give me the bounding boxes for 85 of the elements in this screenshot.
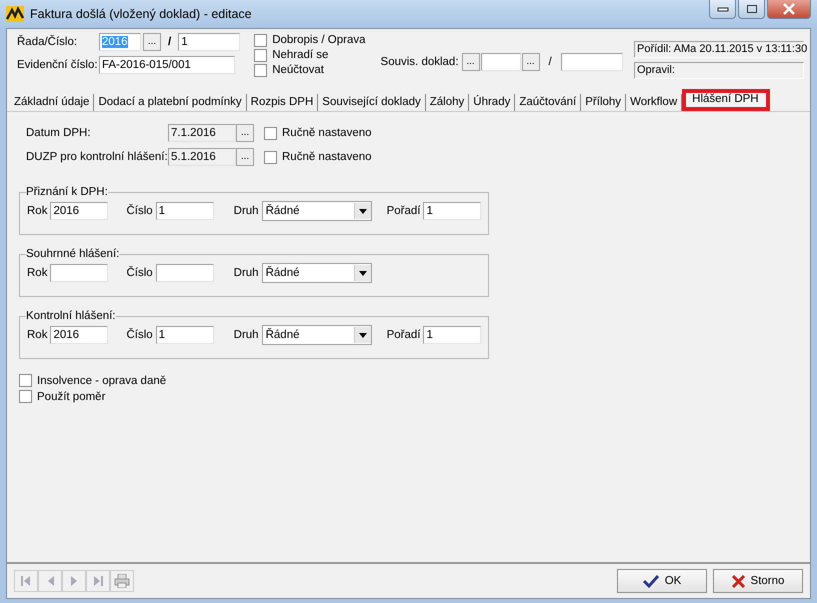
separator-text: /: [548, 56, 553, 68]
field-label: Pořadí: [386, 205, 420, 217]
next-record-button[interactable]: [62, 570, 86, 592]
print-button[interactable]: [110, 570, 134, 592]
printer-icon: [114, 574, 130, 588]
date-field[interactable]: 7.1.2016: [168, 124, 236, 142]
close-icon: [782, 3, 796, 15]
field-label: Číslo: [126, 329, 153, 341]
number-field[interactable]: 1: [178, 33, 240, 51]
related-number-field[interactable]: [560, 53, 623, 71]
related-doc-field[interactable]: [480, 53, 521, 71]
checkbox[interactable]: [254, 48, 268, 62]
checkbox[interactable]: [19, 390, 32, 403]
field-label: DUZP pro kontrolní hlášení:: [26, 151, 168, 163]
browse-button[interactable]: ...: [522, 53, 540, 71]
record-number-field[interactable]: FA-2016-015/001: [99, 56, 235, 74]
checkbox-label: Insolvence - oprava daně: [37, 374, 166, 386]
app-logo-icon: [6, 6, 24, 22]
field-label: Rok: [27, 267, 48, 279]
year-field[interactable]: 2016: [50, 326, 108, 344]
skip-forward-icon: [93, 575, 103, 587]
checkbox-label: Ručně nastaveno: [282, 151, 372, 163]
number-field[interactable]: [156, 264, 214, 282]
browse-button[interactable]: ...: [462, 53, 480, 71]
order-field[interactable]: 1: [423, 326, 482, 344]
skip-back-icon: [21, 575, 31, 587]
prev-record-button[interactable]: [38, 570, 62, 592]
minimize-icon: [716, 6, 728, 12]
checkbox-label: Nehradí se: [272, 49, 328, 61]
checkbox[interactable]: [19, 374, 32, 387]
field-label: Druh: [234, 267, 259, 279]
close-button[interactable]: [767, 0, 811, 19]
field-label: Druh: [234, 205, 259, 217]
modified-by-text: Opravil:: [634, 62, 804, 79]
checkbox-label: Použít poměr: [37, 390, 106, 402]
close-icon: [732, 574, 745, 588]
last-record-button[interactable]: [86, 570, 110, 592]
date-field[interactable]: 5.1.2016: [168, 148, 236, 166]
field-label: Řada/Číslo:: [17, 36, 78, 48]
field-label: Číslo: [126, 205, 153, 217]
type-dropdown[interactable]: Řádné: [262, 201, 372, 221]
first-record-button[interactable]: [14, 570, 38, 592]
number-field[interactable]: 1: [156, 326, 214, 344]
separator-text: /: [167, 36, 172, 48]
field-label: Souvis. doklad:: [380, 56, 459, 68]
browse-button[interactable]: ...: [143, 33, 161, 51]
maximize-icon: [746, 4, 758, 14]
checkbox[interactable]: [254, 34, 268, 46]
field-label: Evidenční číslo:: [17, 59, 97, 71]
checkbox[interactable]: [254, 64, 268, 76]
type-dropdown[interactable]: Řádné: [262, 263, 372, 283]
dropdown-arrow-icon: [358, 332, 367, 338]
order-field[interactable]: 1: [423, 202, 482, 220]
ok-button[interactable]: OK: [617, 569, 707, 593]
date-picker-button[interactable]: ...: [236, 148, 254, 166]
checkbox[interactable]: [264, 150, 277, 164]
field-label: Rok: [27, 205, 48, 217]
year-field[interactable]: 2016: [50, 202, 108, 220]
field-label: Pořadí: [386, 329, 420, 341]
group-title: Souhrnné hlášení:: [26, 248, 120, 260]
tab[interactable]: Hlášení DPH: [682, 89, 770, 111]
cancel-button[interactable]: Storno: [713, 569, 803, 593]
dropdown-arrow-icon: [358, 270, 367, 276]
checkmark-icon: [642, 574, 659, 588]
type-dropdown[interactable]: Řádné: [262, 325, 372, 345]
triangle-right-icon: [70, 575, 78, 587]
minimize-button[interactable]: [709, 0, 736, 19]
field-label: Rok: [27, 329, 48, 341]
checkbox[interactable]: [264, 126, 277, 140]
checkbox-label: Ručně nastaveno: [282, 127, 372, 139]
field-label: Číslo: [126, 267, 153, 279]
maximize-button[interactable]: [738, 0, 765, 19]
checkbox-label: Dobropis / Oprava: [272, 34, 366, 46]
field-label: Druh: [234, 329, 259, 341]
checkbox-label: Neúčtovat: [272, 64, 324, 76]
triangle-left-icon: [46, 575, 54, 587]
field-value: 2016: [102, 36, 128, 48]
field-label: Datum DPH:: [26, 127, 92, 139]
group-title: Přiznání k DPH:: [26, 186, 108, 198]
date-picker-button[interactable]: ...: [236, 124, 254, 142]
number-field[interactable]: 1: [156, 202, 214, 220]
window-title: Faktura došlá (vložený doklad) - editace: [30, 7, 252, 21]
year-field[interactable]: [50, 264, 108, 282]
dropdown-arrow-icon: [358, 208, 367, 214]
group-title: Kontrolní hlášení:: [26, 310, 116, 322]
